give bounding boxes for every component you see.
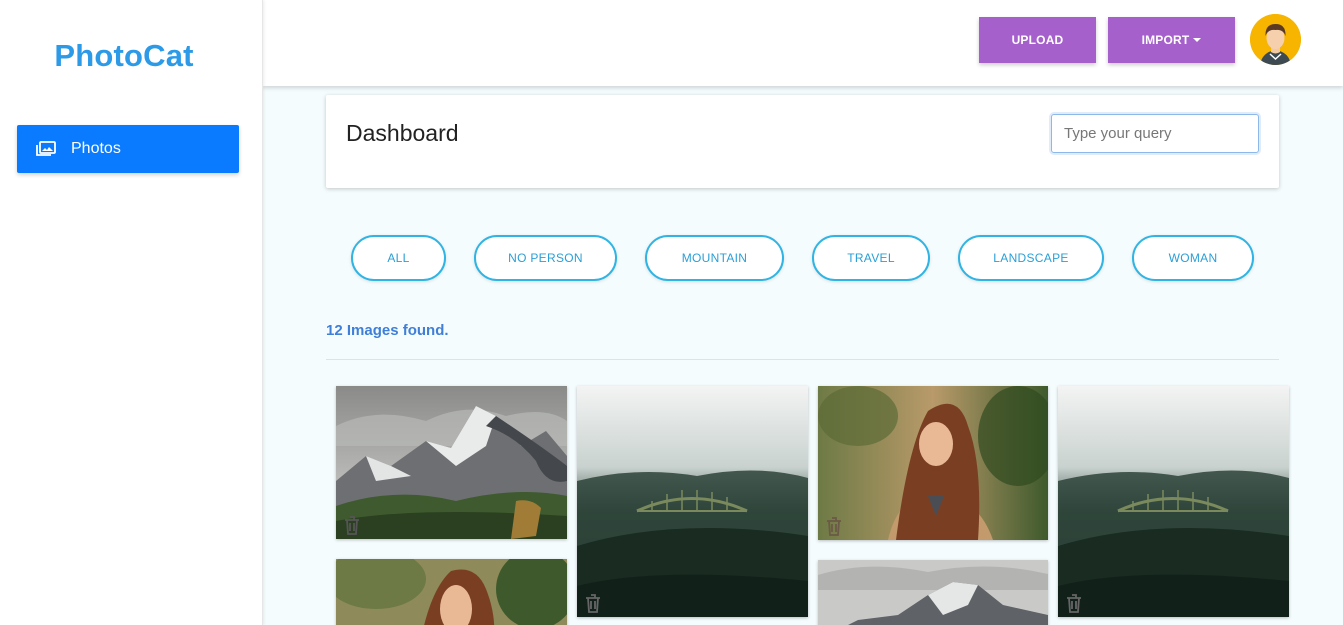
search-input[interactable] [1051,114,1259,153]
import-dropdown-button[interactable]: IMPORT [1108,17,1235,63]
user-avatar-icon[interactable] [1250,14,1301,65]
sidebar-item-photos[interactable]: Photos [17,125,239,173]
import-button-label: IMPORT [1141,33,1190,47]
trash-icon[interactable] [584,593,602,613]
page-title: Dashboard [346,120,459,146]
dashboard-card: Dashboard [326,95,1279,188]
trash-icon[interactable] [1065,593,1083,613]
filter-chip-no-person[interactable]: NO PERSON [474,235,617,281]
photo-card[interactable] [336,386,567,539]
trash-icon[interactable] [343,515,361,535]
forest-bridge-photo [1058,386,1289,617]
photo-library-icon [36,141,56,157]
photo-card[interactable] [577,386,808,617]
caret-down-icon [1193,38,1202,42]
mountain-photo [336,386,567,539]
photo-card[interactable] [336,559,567,625]
filter-chip-travel[interactable]: TRAVEL [812,235,930,281]
woman-portrait-photo [336,559,567,625]
filter-chip-mountain[interactable]: MOUNTAIN [645,235,784,281]
photo-card[interactable] [818,386,1048,540]
filter-chip-woman[interactable]: WOMAN [1132,235,1254,281]
upload-button-label: UPLOAD [1011,33,1064,47]
sidebar: PhotoCat Photos [0,0,263,625]
forest-bridge-photo [577,386,808,617]
results-count: 12 Images found. [326,322,449,339]
filter-chip-all[interactable]: ALL [351,235,446,281]
top-bar: UPLOAD IMPORT [263,0,1343,86]
divider [326,359,1279,360]
woman-portrait-photo [818,386,1048,540]
mountain-photo [818,560,1048,625]
brand-logo[interactable]: PhotoCat [0,38,248,74]
main-content: Dashboard ALL NO PERSON MOUNTAIN TRAVEL … [263,86,1343,625]
upload-button[interactable]: UPLOAD [979,17,1096,63]
sidebar-item-label: Photos [71,140,121,157]
filter-chip-landscape[interactable]: LANDSCAPE [958,235,1104,281]
photo-card[interactable] [818,560,1048,625]
trash-icon[interactable] [825,516,843,536]
photo-card[interactable] [1058,386,1289,617]
